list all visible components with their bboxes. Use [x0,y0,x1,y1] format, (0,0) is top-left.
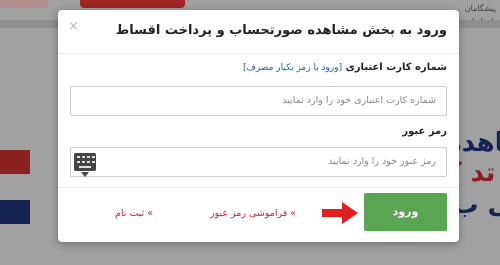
password-label: رمز عبور [402,126,447,137]
otp-login-link[interactable]: [ورود با رمز یکبار مصرف] [243,63,342,73]
register-link[interactable]: » ثبت نام [115,208,153,219]
password-placeholder: رمز عبور خود را وارد نمایید [328,156,436,167]
password-input[interactable]: رمز عبور خود را وارد نمایید [70,147,447,177]
card-number-placeholder: شماره کارت اعتباری خود را وارد نمایید [282,95,436,106]
keyboard-icon[interactable] [74,153,96,177]
divider [58,187,459,188]
card-number-label: شماره کارت اعتباری [ورود با رمز یکبار مص… [243,62,447,73]
right-arrow-icon [322,202,358,224]
modal-title: ورود به بخش مشاهده صورتحساب و پرداخت اقس… [115,23,447,38]
login-modal: ورود به بخش مشاهده صورتحساب و پرداخت اقس… [58,10,459,242]
card-number-input[interactable]: شماره کارت اعتباری خود را وارد نمایید [70,86,447,116]
forgot-password-link[interactable]: » فراموشی رمز عبور [210,208,296,219]
login-button[interactable]: ورود [364,193,447,231]
modal-header: ورود به بخش مشاهده صورتحساب و پرداخت اقس… [58,10,459,54]
close-icon[interactable]: × [68,19,79,34]
